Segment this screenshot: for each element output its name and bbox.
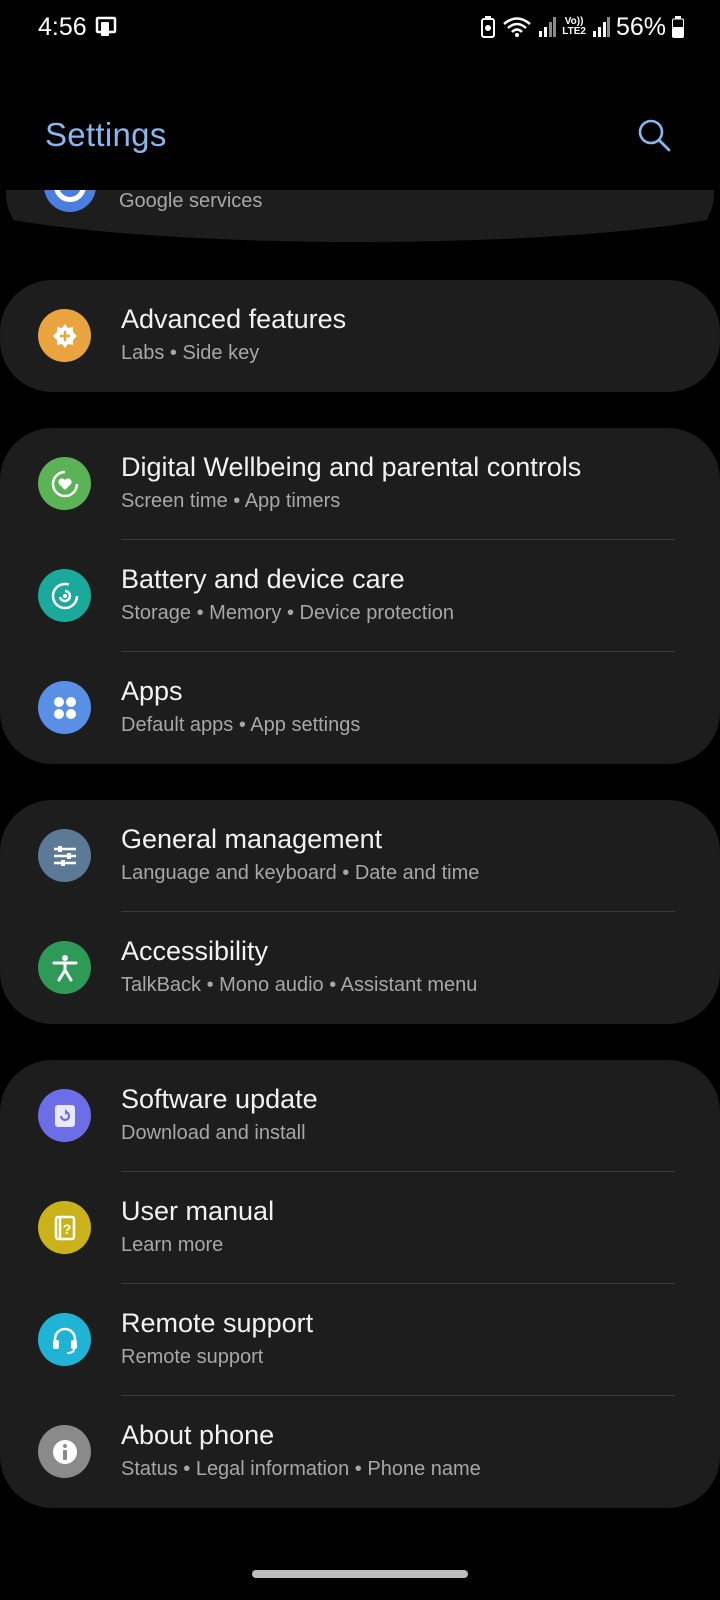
google-subtitle: Google services — [119, 190, 263, 212]
search-icon — [638, 119, 671, 152]
item-subtitle: Screen time • App timers — [121, 490, 341, 512]
status-time: 4:56 — [38, 12, 87, 41]
item-subtitle: Storage • Memory • Device protection — [121, 602, 455, 624]
google-card-partial[interactable]: Google services — [6, 190, 714, 242]
page-title: Settings — [45, 116, 167, 153]
google-icon — [44, 190, 96, 212]
status-left: 4:56 — [38, 13, 117, 42]
item-subtitle: Learn more — [121, 1234, 224, 1256]
settings-item-accessibility[interactable]: Accessibility TalkBack • Mono audio • As… — [0, 912, 720, 1024]
item-title: About phone — [121, 1420, 275, 1450]
card-support-group: Software update Download and install ? U… — [0, 1060, 720, 1508]
item-subtitle: Language and keyboard • Date and time — [121, 862, 480, 884]
svg-text:?: ? — [62, 1221, 71, 1237]
volte-icon: Vo)) LTE2 — [562, 17, 586, 37]
screen-mirror-icon — [95, 16, 117, 38]
item-subtitle: TalkBack • Mono audio • Assistant menu — [121, 974, 478, 996]
item-subtitle: Remote support — [121, 1346, 264, 1368]
wifi-icon — [502, 15, 532, 39]
settings-item-remote-support[interactable]: Remote support Remote support — [0, 1284, 720, 1396]
item-title: General management — [121, 824, 383, 854]
item-title: User manual — [121, 1196, 275, 1226]
settings-item-digital-wellbeing[interactable]: Digital Wellbeing and parental controls … — [0, 428, 720, 540]
item-subtitle: Default apps • App settings — [121, 714, 361, 736]
settings-item-battery-device-care[interactable]: Battery and device care Storage • Memory… — [0, 540, 720, 652]
accessibility-icon — [38, 941, 91, 994]
battery-percent: 56% — [615, 12, 666, 41]
item-title: Digital Wellbeing and parental controls — [121, 452, 582, 482]
settings-item-apps[interactable]: Apps Default apps • App settings — [0, 652, 720, 764]
settings-item-about-phone[interactable]: About phone Status • Legal information •… — [0, 1396, 720, 1508]
search-button[interactable] — [633, 114, 675, 156]
settings-item-user-manual[interactable]: ? User manual Learn more — [0, 1172, 720, 1284]
settings-list[interactable]: Google services Advanced features Labs •… — [0, 190, 720, 1535]
advanced-features-icon — [38, 309, 91, 362]
lte-label: LTE2 — [562, 26, 586, 37]
device-care-icon — [38, 569, 91, 622]
apps-icon — [38, 681, 91, 734]
item-title: Apps — [121, 676, 183, 706]
navigation-handle[interactable] — [252, 1570, 468, 1578]
item-title: Software update — [121, 1084, 318, 1114]
battery-saver-icon — [480, 15, 496, 39]
item-subtitle: Labs • Side key — [121, 342, 260, 364]
digital-wellbeing-icon — [38, 457, 91, 510]
card-general-group: General management Language and keyboard… — [0, 800, 720, 1024]
battery-icon — [672, 16, 684, 38]
status-right: Vo)) LTE2 56% — [480, 13, 684, 42]
general-management-icon — [38, 829, 91, 882]
signal-icon-2 — [592, 17, 610, 37]
item-title: Battery and device care — [121, 564, 405, 594]
settings-item-general-management[interactable]: General management Language and keyboard… — [0, 800, 720, 912]
card-wellbeing-group: Digital Wellbeing and parental controls … — [0, 428, 720, 764]
settings-item-advanced-features[interactable]: Advanced features Labs • Side key — [0, 280, 720, 392]
item-title: Accessibility — [121, 936, 269, 966]
item-subtitle: Status • Legal information • Phone name — [121, 1458, 481, 1480]
software-update-icon — [38, 1089, 91, 1142]
item-subtitle: Download and install — [121, 1122, 306, 1144]
signal-icon-1 — [538, 17, 557, 37]
item-title: Advanced features — [121, 304, 347, 334]
user-manual-icon: ? — [38, 1201, 91, 1254]
settings-item-software-update[interactable]: Software update Download and install — [0, 1060, 720, 1172]
status-bar: 4:56 Vo)) LTE2 56% — [0, 0, 720, 54]
item-title: Remote support — [121, 1308, 314, 1338]
remote-support-icon — [38, 1313, 91, 1366]
card-advanced: Advanced features Labs • Side key — [0, 280, 720, 392]
about-phone-icon — [38, 1425, 91, 1478]
header: Settings — [45, 110, 675, 160]
